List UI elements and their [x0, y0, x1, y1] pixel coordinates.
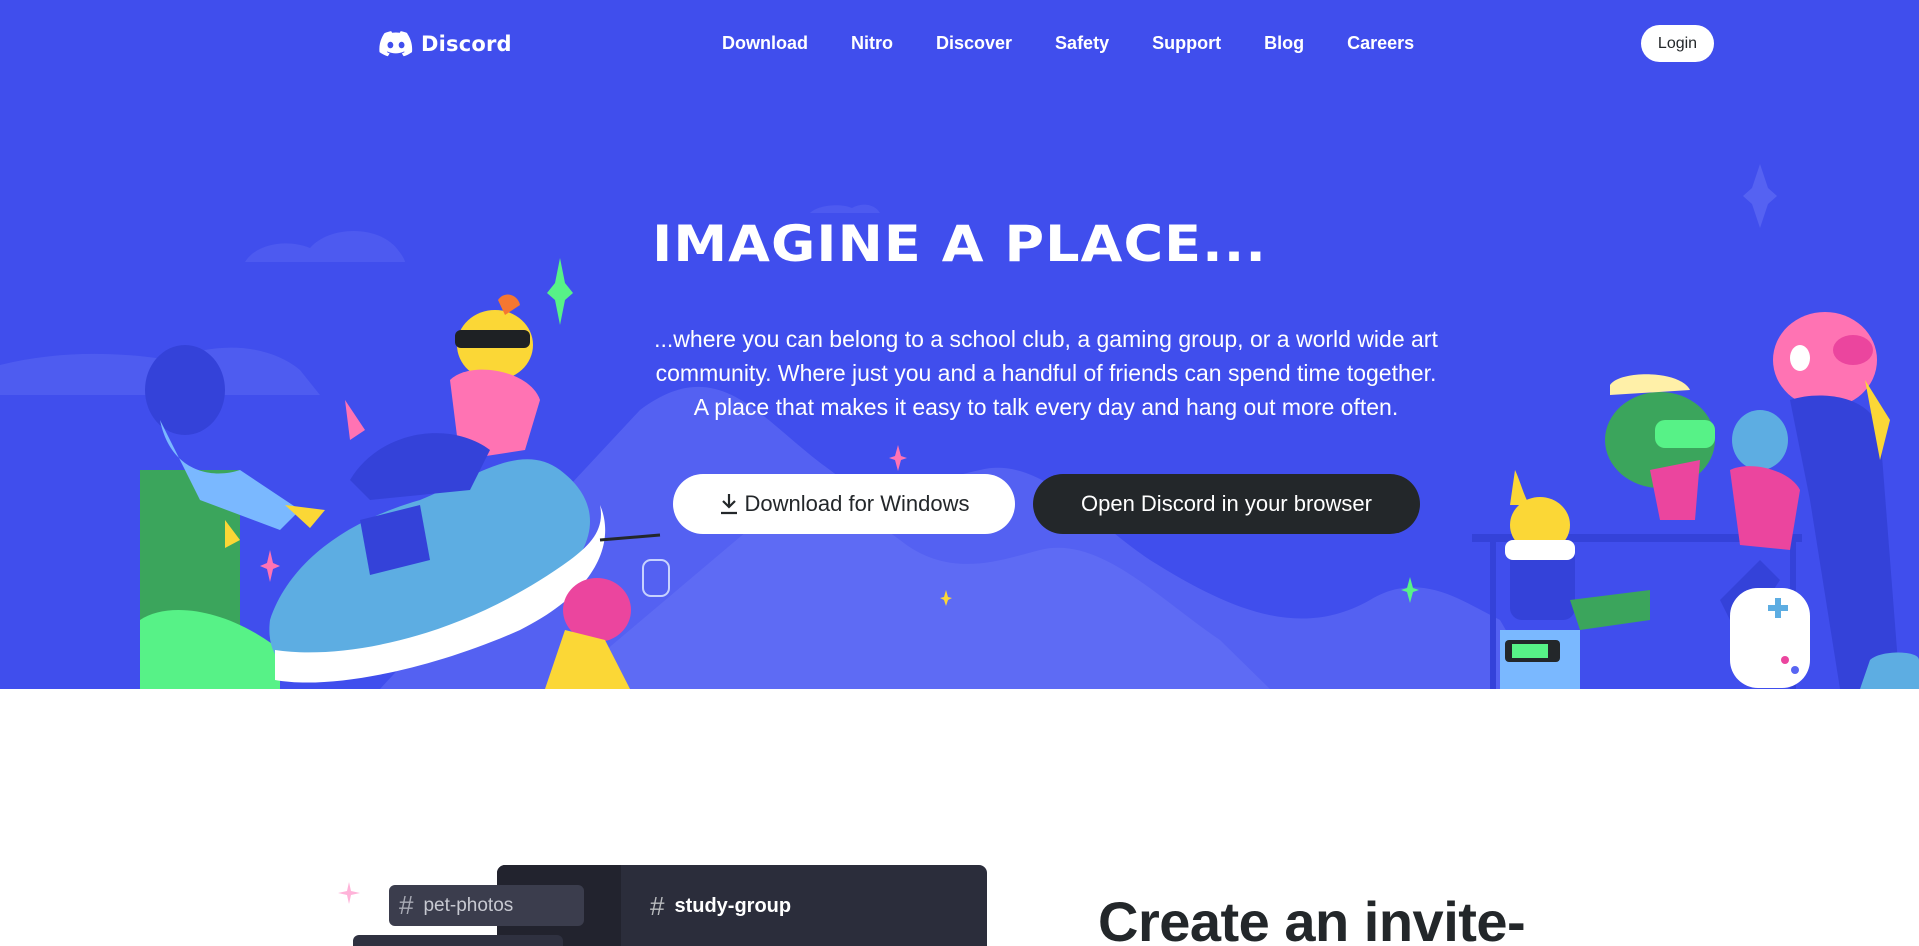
hero-copy-line: A place that makes it easy to talk every…	[693, 394, 1399, 420]
feature-section: # pet-photos # study-group Create an inv…	[0, 689, 1919, 946]
top-nav: Discord Download Nitro Discover Safety S…	[0, 0, 1919, 88]
nav-link-support[interactable]: Support	[1152, 31, 1221, 55]
channel-study-group[interactable]: # study-group	[650, 891, 791, 922]
channel-name: pet-photos	[423, 894, 514, 916]
hash-icon: #	[650, 891, 665, 921]
hash-icon: #	[399, 890, 414, 920]
section-title: Create an invite-	[1098, 890, 1526, 946]
download-windows-button[interactable]: Download for Windows	[673, 474, 1015, 534]
open-browser-button[interactable]: Open Discord in your browser	[1033, 474, 1420, 534]
nav-link-discover[interactable]: Discover	[936, 31, 1012, 55]
channel-name: study-group	[674, 895, 792, 917]
nav-link-careers[interactable]: Careers	[1347, 31, 1414, 55]
hero-title: IMAGINE A PLACE...	[652, 215, 1267, 273]
sparkle-icon	[338, 882, 360, 904]
channel-pet-photos[interactable]: # pet-photos	[389, 885, 584, 926]
login-button[interactable]: Login	[1641, 25, 1714, 62]
channel-pill-shadow	[353, 935, 563, 946]
hero-copy: ...where you can belong to a school club…	[600, 322, 1492, 424]
nav-link-nitro[interactable]: Nitro	[851, 31, 893, 55]
download-windows-label: Download for Windows	[744, 491, 970, 516]
nav-links: Download Nitro Discover Safety Support B…	[722, 31, 1457, 55]
hero-section: Discord Download Nitro Discover Safety S…	[0, 0, 1919, 689]
nav-link-download[interactable]: Download	[722, 31, 808, 55]
hero-copy-line: community. Where just you and a handful …	[655, 360, 1437, 386]
logo-text: Discord	[421, 32, 512, 56]
hero-copy-line: ...where you can belong to a school club…	[654, 326, 1438, 352]
nav-link-safety[interactable]: Safety	[1055, 31, 1109, 55]
discord-icon	[379, 31, 413, 57]
nav-link-blog[interactable]: Blog	[1264, 31, 1304, 55]
discord-logo[interactable]: Discord	[379, 28, 512, 60]
download-icon	[720, 494, 737, 515]
